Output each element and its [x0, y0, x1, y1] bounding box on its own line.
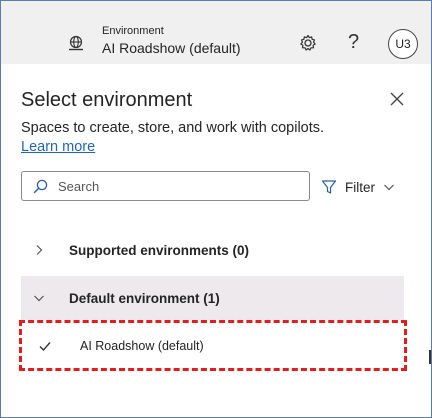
top-bar: Environment AI Roadshow (default) ? U3: [1, 1, 431, 64]
group-label: Default environment (1): [69, 290, 220, 306]
gear-icon[interactable]: [298, 33, 318, 53]
search-input[interactable]: [58, 176, 298, 196]
help-button[interactable]: ?: [348, 32, 359, 52]
search-box[interactable]: [21, 171, 310, 201]
globe-icon[interactable]: [67, 34, 85, 52]
avatar[interactable]: U3: [388, 29, 418, 59]
panel-title: Select environment: [21, 89, 193, 111]
chevron-right-icon: [36, 245, 43, 255]
filter-label: Filter: [345, 179, 375, 195]
close-icon[interactable]: [389, 91, 405, 107]
environment-item-label: AI Roadshow (default): [80, 339, 204, 353]
group-label: Supported environments (0): [69, 242, 250, 258]
learn-more-link[interactable]: Learn more: [21, 139, 95, 155]
environment-caption: Environment: [102, 25, 164, 37]
search-icon: [33, 179, 48, 194]
group-default-environment[interactable]: Default environment (1): [21, 276, 404, 320]
environment-name[interactable]: AI Roadshow (default): [102, 40, 241, 56]
chevron-down-icon: [384, 184, 394, 191]
filter-icon: [321, 180, 337, 194]
panel-subtitle: Spaces to create, store, and work with c…: [21, 120, 325, 136]
group-supported-environments[interactable]: Supported environments (0): [21, 228, 404, 272]
scroll-edge: [429, 350, 431, 364]
chevron-down-icon: [34, 295, 44, 302]
environment-item-ai-roadshow[interactable]: AI Roadshow (default): [21, 324, 404, 368]
checkmark-icon: [39, 342, 51, 352]
filter-button[interactable]: Filter: [321, 177, 395, 197]
